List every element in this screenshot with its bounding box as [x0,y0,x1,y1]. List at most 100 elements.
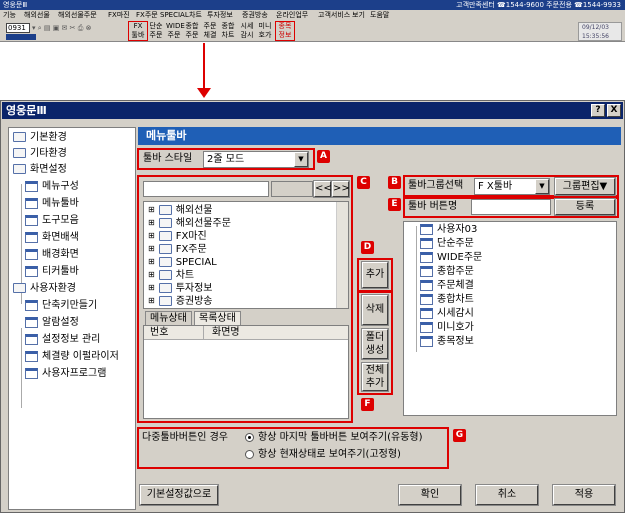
tb-monitor-top[interactable]: 시세 [239,22,255,31]
tb-wide-top[interactable]: WIDE [166,22,185,31]
dialog-title: 영웅문Ⅲ [6,104,47,117]
style-select[interactable]: 2줄 모드 ▼ [203,151,309,168]
register-button[interactable]: 등록 [554,198,616,216]
menu-overseas-futures-order[interactable]: 해외선물주문 [58,10,97,21]
tree-menu-toolbar[interactable]: 메뉴툴바 [25,196,79,212]
folder-icon [158,218,172,228]
tb-monitor-bottom[interactable]: 감시 [239,31,255,40]
col-screen-name[interactable]: 화면명 [204,326,348,340]
create-folder-button[interactable]: 폴더 생성 [361,328,389,360]
folder-icon [13,283,26,293]
next-button[interactable]: >> [331,180,350,198]
mini-indicator [6,34,36,40]
window-icon [420,223,433,235]
panel-header: 메뉴툴바 [138,127,621,145]
tree-user-env[interactable]: 사용자환경 [13,281,76,297]
menu-fx-margin[interactable]: FX마진 [108,10,130,21]
tb-order-bottom[interactable]: 체결 [202,31,218,40]
tree-tool-collection[interactable]: 도구모음 [25,213,79,229]
window-icon [420,265,433,277]
tb-mini-top[interactable]: 미니 [257,22,273,31]
tree-alarm[interactable]: 알람설정 [25,315,79,331]
tab-list-state[interactable]: 목록상태 [194,311,241,326]
chevron-down-icon: ▼ [294,152,308,167]
close-button[interactable]: X [607,104,621,117]
tree-screen-settings[interactable]: 화면설정 [13,162,67,178]
badge-b: B [388,176,401,189]
menu-search-input[interactable] [143,181,269,197]
prev-button[interactable]: << [313,180,332,198]
top-window-title: 영웅문Ⅲ [3,1,28,9]
menu-tree-scrollbar[interactable] [336,202,348,308]
group-select[interactable]: F X툴바 ▼ [474,178,550,195]
menu-function[interactable]: 기능 [3,10,16,21]
tb-stock-bottom[interactable]: 정보 [276,31,294,40]
menu-overseas-futures[interactable]: 해외선물 [24,10,50,21]
window-icon [25,265,38,277]
button-name-input[interactable] [471,199,551,215]
tree-basic-env[interactable]: 기본환경 [13,130,67,146]
tb-simple-bottom[interactable]: 주문 [148,31,164,40]
tb-total-top[interactable]: 종합 [184,22,200,31]
menu-chart[interactable]: 차트 [189,10,202,21]
default-settings-button[interactable]: 기본설정값으로 [139,484,219,506]
menu-view[interactable]: 보기 [352,10,365,21]
menu-fx-order[interactable]: FX주문 [136,10,158,21]
toolbar-icons: ▾ ⌕ ▤ ▣ ✉ ✂ ⎙ ⊗ [32,24,92,32]
toolbar-item[interactable]: 종목정보 [420,334,474,350]
tb-simple-top[interactable]: 단순 [148,22,164,31]
folder-icon [158,283,172,293]
menu-online[interactable]: 온라인업무 [276,10,308,21]
tree-menu-config[interactable]: 메뉴구성 [25,179,79,195]
radio-icon [245,449,254,459]
tb-fx-bottom[interactable]: 툴바 [129,31,147,40]
tree-screen-color[interactable]: 화면배색 [25,230,79,246]
tree-other-env[interactable]: 기타환경 [13,146,67,162]
menu-tree: ⊞ 해외선물 ⊞ 해외선물주문 ⊞ FX마진 ⊞ FX주문 ⊞ SPECIAL ⊞ 차트 ⊞… [143,201,349,309]
menu-special[interactable]: SPECIAL [160,10,189,21]
tree-user-program[interactable]: 사용자프로그램 [25,366,106,382]
add-button[interactable]: 추가 [361,261,389,289]
apply-button[interactable]: 적용 [552,484,616,506]
clock: 09/12/03 15:35:56 [578,22,622,41]
tb-chart-top[interactable]: 종합 [220,22,236,31]
menu-customer[interactable]: 고객서비스 [318,10,350,21]
tb-chart-bottom[interactable]: 차트 [220,31,236,40]
radio-dynamic[interactable]: 항상 마지막 툴바버튼 보여주기(유동형) [245,431,423,445]
delete-button[interactable]: 삭제 [361,294,389,326]
folder-icon [13,132,26,142]
tree-settings-manage[interactable]: 설정정보 관리 [25,332,100,348]
window-icon [420,335,433,347]
tb-mini-bottom[interactable]: 호가 [257,31,273,40]
ok-button[interactable]: 확인 [398,484,462,506]
window-icon [420,293,433,305]
tb-wide-bottom[interactable]: 주문 [166,31,182,40]
button-name-label: 툴바 버튼명 [408,201,458,212]
menu-tree-item[interactable]: ⊞ 증권방송 [148,293,213,309]
menu-search-box [271,181,313,197]
tree-equalizer[interactable]: 체결량 이펄라이저 [25,349,119,365]
group-edit-button[interactable]: 그룹편집▼ [554,177,616,196]
tab-menu-state[interactable]: 메뉴상태 [145,311,192,326]
menu-help[interactable]: 도움말 [370,10,389,21]
col-number[interactable]: 번호 [144,326,204,340]
help-button[interactable]: ? [591,104,605,117]
chevron-down-icon: ▼ [535,179,549,194]
cancel-button[interactable]: 취소 [475,484,539,506]
badge-d: D [361,241,374,254]
tb-order-top[interactable]: 주문 [202,22,218,31]
badge-f: F [361,398,374,411]
tb-fx-top[interactable]: FX [129,22,147,31]
top-app-window: 영웅문Ⅲ 고객만족센터 ☎1544-9600 주문전용 ☎1544-9933 기… [0,0,625,42]
stock-code-input[interactable]: 0931 [6,23,30,33]
tree-background[interactable]: 배경화면 [25,247,79,263]
tb-total-bottom[interactable]: 주문 [184,31,200,40]
tree-shortcut[interactable]: 단축키만들기 [25,298,97,314]
tree-ticker-toolbar[interactable]: 티커툴바 [25,264,79,280]
menu-investment-info[interactable]: 투자정보 [207,10,233,21]
radio-fixed[interactable]: 항상 현재상태로 보여주기(고정형) [245,448,401,462]
clock-time: 15:35:56 [582,33,609,40]
tb-stock-top[interactable]: 종목 [276,22,294,31]
add-all-button[interactable]: 전체 추가 [361,362,389,392]
menu-broadcast[interactable]: 증권방송 [242,10,268,21]
